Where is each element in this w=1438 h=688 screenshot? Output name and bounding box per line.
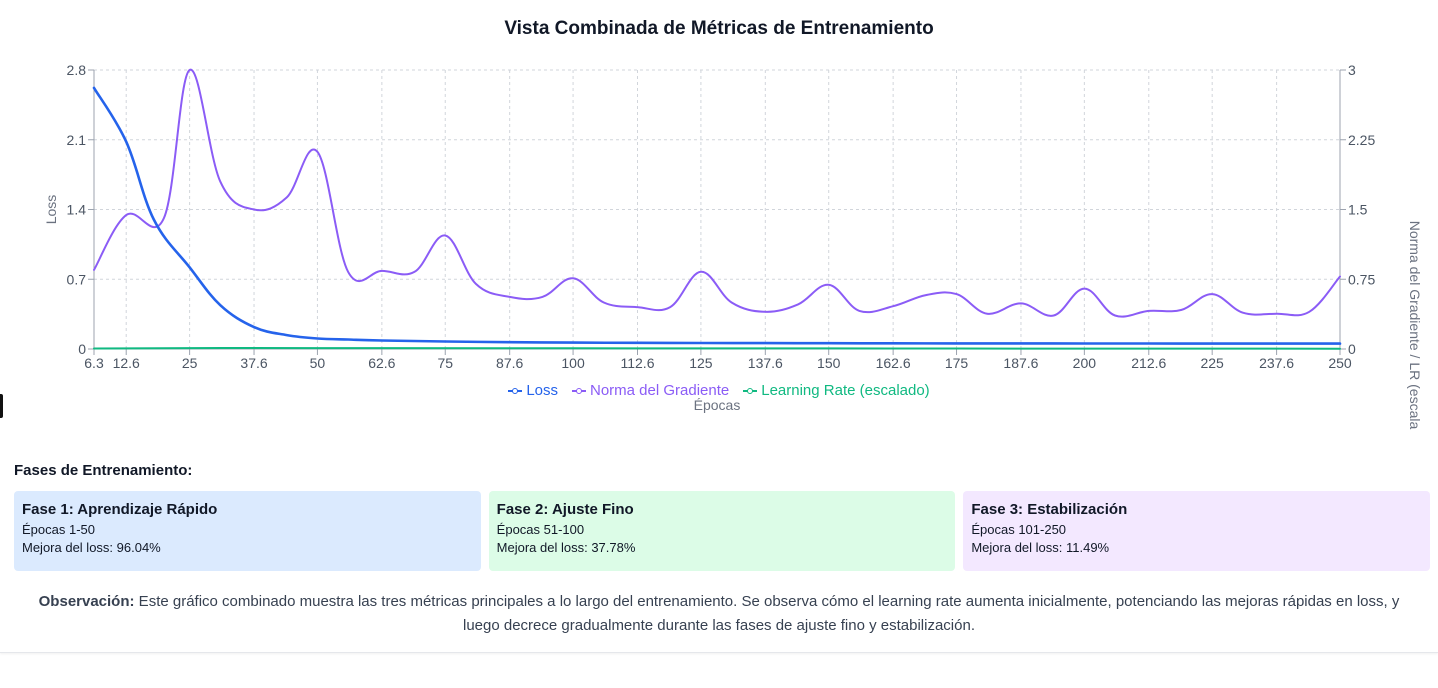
y-left-tick-label: 2.8 bbox=[67, 62, 87, 78]
scroll-indicator[interactable] bbox=[0, 394, 3, 418]
phases-list: Fase 1: Aprendizaje Rápido Épocas 1-50 M… bbox=[14, 491, 1431, 571]
y-left-tick-label: 0.7 bbox=[67, 271, 87, 287]
y-right-tick-label: 1.5 bbox=[1348, 202, 1368, 218]
x-tick-label: 12.6 bbox=[113, 355, 140, 371]
legend-label: Norma del Gradiente bbox=[590, 382, 730, 399]
x-tick-label: 25 bbox=[182, 355, 198, 371]
x-tick-label: 150 bbox=[817, 355, 841, 371]
x-tick-label: 37.6 bbox=[240, 355, 267, 371]
legend-line-marker-icon bbox=[508, 386, 523, 396]
x-tick-label: 225 bbox=[1200, 355, 1224, 371]
phases-heading: Fases de Entrenamiento: bbox=[14, 462, 193, 479]
phase-card-1: Fase 1: Aprendizaje Rápido Épocas 1-50 M… bbox=[14, 491, 481, 571]
y-left-tick-label: 0 bbox=[78, 341, 86, 357]
phase-improvement: Mejora del loss: 96.04% bbox=[22, 540, 161, 555]
phase-title: Fase 2: Ajuste Fino bbox=[496, 501, 634, 518]
phase-title: Fase 1: Aprendizaje Rápido bbox=[22, 501, 218, 518]
legend-item-learning-rate[interactable]: Learning Rate (escalado) bbox=[743, 382, 930, 399]
x-tick-label: 62.6 bbox=[368, 355, 395, 371]
x-tick-label: 250 bbox=[1328, 355, 1352, 371]
phase-epochs: Épocas 1-50 bbox=[22, 522, 95, 537]
x-tick-label: 112.6 bbox=[620, 355, 654, 371]
phase-title: Fase 3: Estabilización bbox=[971, 501, 1128, 518]
phase-epochs: Épocas 51-100 bbox=[496, 522, 585, 537]
x-tick-label: 100 bbox=[561, 355, 585, 371]
x-tick-label: 237.6 bbox=[1259, 355, 1294, 371]
observation-note: Observación: Este gráfico combinado mues… bbox=[20, 590, 1418, 638]
legend-label: Learning Rate (escalado) bbox=[761, 382, 930, 399]
chart-legend: Loss Norma del Gradiente Learning Rate (… bbox=[0, 382, 1438, 399]
observation-label: Observación: bbox=[38, 593, 135, 610]
y-left-tick-label: 1.4 bbox=[67, 202, 87, 218]
series-line-loss bbox=[92, 86, 1342, 345]
observation-text: Este gráfico combinado muestra las tres … bbox=[134, 593, 1400, 634]
x-tick-label: 75 bbox=[437, 355, 453, 371]
phase-improvement: Mejora del loss: 11.49% bbox=[971, 540, 1110, 555]
phase-card-3: Fase 3: Estabilización Épocas 101-250 Me… bbox=[963, 491, 1431, 571]
x-tick-label: 87.6 bbox=[496, 355, 523, 371]
series-line-learning-rate bbox=[93, 347, 1341, 350]
x-axis-label: Épocas bbox=[694, 397, 741, 413]
chart-card: Vista Combinada de Métricas de Entrenami… bbox=[0, 0, 1438, 653]
x-tick-label: 50 bbox=[310, 355, 326, 371]
y-right-tick-label: 2.25 bbox=[1348, 132, 1375, 148]
x-tick-label: 187.6 bbox=[1003, 355, 1038, 371]
legend-line-marker-icon bbox=[743, 386, 758, 396]
legend-item-loss[interactable]: Loss bbox=[508, 382, 558, 399]
x-tick-label: 6.3 bbox=[84, 355, 104, 371]
legend-item-gradient-norm[interactable]: Norma del Gradiente bbox=[572, 382, 729, 399]
x-tick-label: 162.6 bbox=[876, 355, 911, 371]
y-left-tick-label: 2.1 bbox=[67, 132, 87, 148]
x-tick-label: 212.6 bbox=[1131, 355, 1166, 371]
x-tick-label: 200 bbox=[1073, 355, 1097, 371]
legend-label: Loss bbox=[526, 382, 558, 399]
y-left-axis-label: Loss bbox=[43, 195, 59, 225]
y-right-tick-label: 0 bbox=[1348, 341, 1356, 357]
y-right-tick-label: 0.75 bbox=[1348, 271, 1375, 287]
x-tick-label: 175 bbox=[945, 355, 969, 371]
x-tick-label: 125 bbox=[689, 355, 713, 371]
phase-epochs: Épocas 101-250 bbox=[971, 522, 1067, 537]
phase-card-2: Fase 2: Ajuste Fino Épocas 51-100 Mejora… bbox=[488, 491, 956, 571]
x-tick-label: 137.6 bbox=[748, 355, 783, 371]
legend-line-marker-icon bbox=[572, 386, 586, 396]
y-right-tick-label: 3 bbox=[1348, 62, 1356, 78]
phase-improvement: Mejora del loss: 37.78% bbox=[496, 540, 636, 555]
